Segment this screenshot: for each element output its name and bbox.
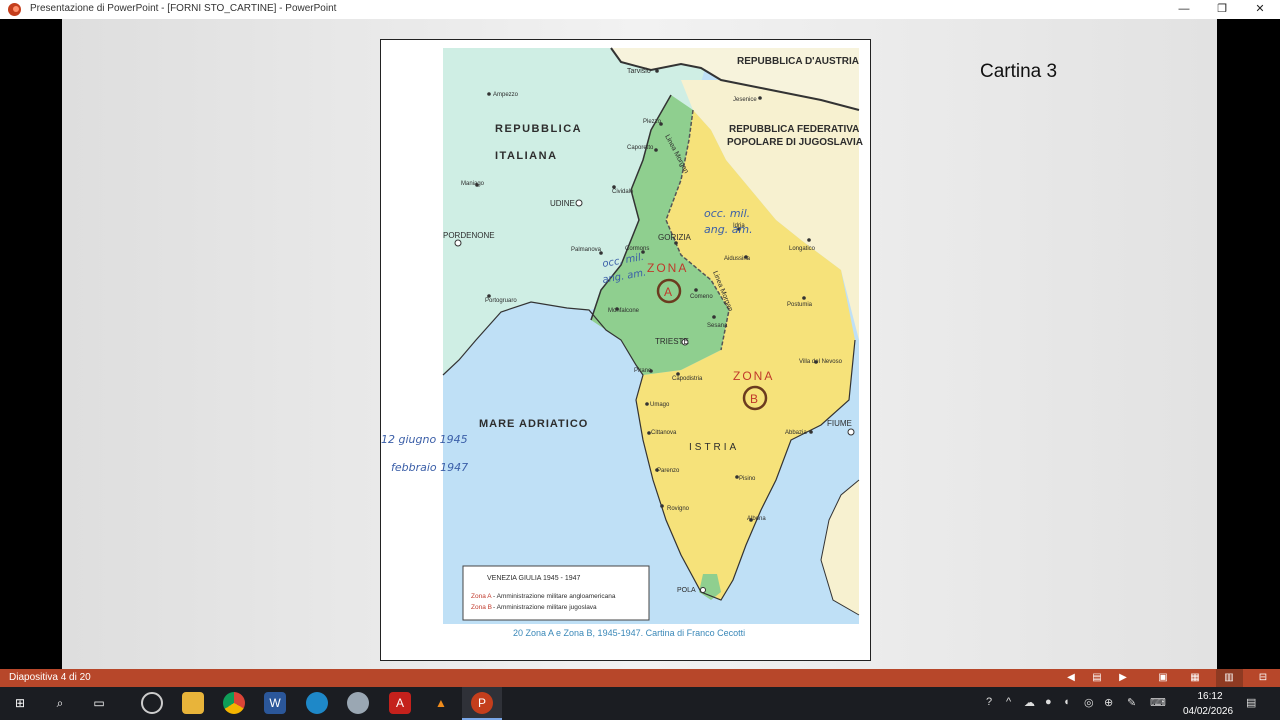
city-trieste: TRIESTE — [655, 337, 689, 346]
legend-title: VENEZIA GIULIA 1945 - 1947 — [487, 575, 580, 582]
city-monfalcone: Monfalcone — [608, 308, 640, 314]
city-pordenone: PORDENONE — [443, 231, 495, 240]
city-caporetto: Caporetto — [627, 145, 654, 151]
city-plezzo: Plezzo — [643, 119, 662, 125]
keyboard-layout-icon[interactable]: ◎ — [1084, 696, 1094, 709]
handwriting-date-2: febbraio 1947 — [391, 461, 468, 474]
search-icon[interactable]: ⌕ — [49, 692, 71, 714]
label-sea: MARE ADRIATICO — [479, 418, 588, 430]
windows-start-icon[interactable]: ⊞ — [9, 692, 31, 714]
label-yugoslavia-1: REPUBBLICA FEDERATIVA — [729, 124, 859, 135]
touch-keyboard-icon[interactable]: ⌨ — [1150, 696, 1166, 709]
legend-zone-b-key: Zona B — [471, 604, 492, 611]
city-pola: POLA — [677, 587, 696, 594]
handwriting-occ-1: occ. mil. — [704, 207, 750, 220]
city-longatico: Longatico — [789, 246, 816, 252]
tray-chevron-icon[interactable]: ^ — [1006, 696, 1011, 708]
status-bar: Diapositiva 4 di 20 ◀ ▤ ▶ ▣ ▦ ▥ ⊟ — [0, 669, 1280, 687]
network-app-icon[interactable] — [347, 692, 369, 714]
powerpoint-window: Presentazione di PowerPoint - [FORNI STO… — [0, 0, 1280, 720]
city-gorizia: GORIZIA — [658, 233, 692, 242]
file-explorer-icon[interactable] — [182, 692, 204, 714]
next-slide-icon[interactable]: ▶ — [1116, 671, 1130, 685]
title-bar: Presentazione di PowerPoint - [FORNI STO… — [0, 0, 1280, 19]
restore-button[interactable]: ❐ — [1204, 0, 1240, 19]
label-zone-a: ZONA — [647, 261, 688, 275]
city-fiume: FIUME — [827, 419, 852, 428]
onedrive-icon[interactable]: ☁ — [1024, 696, 1035, 709]
map-svg: REPUBBLICA D'AUSTRIA REPUBBLICA ITALIANA… — [381, 47, 863, 638]
slide-sorter-icon[interactable]: ▦ — [1188, 671, 1202, 685]
slide-counter: Diapositiva 4 di 20 — [9, 672, 91, 683]
task-view-icon[interactable]: ▭ — [88, 692, 110, 714]
zone-b-letter: B — [750, 392, 758, 406]
label-yugoslavia-2: POPOLARE DI JUGOSLAVIA — [727, 137, 863, 148]
city-villa-del-nevoso: Villa del Nevoso — [799, 359, 843, 365]
windows-taskbar: ⊞ ⌕ ▭ W A ▲ P ? ^ ☁ ● ◖ ◎ ⊕ ✎ ⌨ 16:12 04… — [0, 687, 1280, 720]
city-comeno: Comeno — [690, 294, 713, 300]
previous-slide-icon[interactable]: ◀ — [1064, 671, 1078, 685]
zone-a-letter: A — [664, 285, 672, 299]
handwriting-date-1: 12 giugno 1945 — [381, 433, 468, 446]
volume-icon[interactable]: ◖ — [1063, 696, 1070, 708]
city-albona: Albona — [747, 516, 766, 522]
pen-icon[interactable]: ✎ — [1127, 696, 1136, 709]
map-image: REPUBBLICA D'AUSTRIA REPUBBLICA ITALIANA… — [380, 39, 871, 661]
legend-zone-b-text: - Amministrazione militare jugoslava — [493, 604, 597, 611]
slideshow-icon[interactable]: ⊟ — [1256, 671, 1270, 685]
legend-zone-a-text: - Amministrazione militare angloamerican… — [493, 593, 616, 600]
clock-date[interactable]: 04/02/2026 — [1178, 706, 1238, 717]
legend-zone-a-key: Zona A — [471, 593, 492, 600]
city-udine: UDINE — [550, 199, 575, 208]
city-umago: Umago — [650, 402, 670, 408]
city-parenzo: Parenzo — [657, 468, 680, 474]
city-pirano: Pirano — [634, 368, 652, 374]
acrobat-icon[interactable]: A — [389, 692, 411, 714]
label-zone-b: ZONA — [733, 369, 774, 383]
city-tarvisio: Tarvisio — [627, 68, 651, 75]
city-postumia: Postumia — [787, 302, 813, 308]
city-portogruaro: Portogruaro — [485, 298, 517, 304]
notifications-icon[interactable]: ▤ — [1246, 696, 1256, 709]
powerpoint-app-icon — [8, 3, 21, 16]
label-istria: ISTRIA — [689, 442, 739, 453]
label-italy-1: REPUBBLICA — [495, 123, 582, 135]
city-aidussina: Aidussina — [724, 256, 751, 262]
window-title: Presentazione di PowerPoint - [FORNI STO… — [30, 3, 337, 14]
label-italy-2: ITALIANA — [495, 150, 558, 162]
city-maniago: Maniago — [461, 181, 485, 187]
chrome-icon[interactable] — [223, 692, 245, 714]
normal-view-icon[interactable]: ▣ — [1156, 671, 1170, 685]
city-pisino: Pisino — [739, 476, 756, 482]
city-capodistria: Capodistria — [672, 376, 703, 382]
screen-recorder-icon[interactable] — [141, 692, 163, 714]
handwriting-occ-2: ang. am. — [704, 223, 753, 236]
city-ampezzo: Ampezzo — [493, 92, 519, 98]
city-palmanova: Palmanova — [571, 247, 602, 253]
slide-menu-icon[interactable]: ▤ — [1090, 671, 1104, 685]
city-sesana: Sesana — [707, 323, 728, 329]
minimize-button[interactable]: — — [1166, 0, 1202, 19]
word-icon[interactable]: W — [264, 692, 286, 714]
reading-view-icon[interactable]: ▥ — [1222, 671, 1236, 685]
city-rovigno: Rovigno — [667, 506, 690, 512]
help-icon[interactable]: ? — [986, 696, 992, 708]
slideshow-stage: Cartina 3 REPUBBLICA D'AUSTRIA REPUBBLIC… — [0, 19, 1280, 669]
label-austria: REPUBBLICA D'AUSTRIA — [737, 56, 859, 67]
network-icon[interactable]: ⊕ — [1104, 696, 1113, 709]
city-abbazia: Abbazia — [785, 430, 807, 436]
map-caption: 20 Zona A e Zona B, 1945-1947. Cartina d… — [513, 628, 745, 638]
close-button[interactable]: ✕ — [1242, 0, 1278, 19]
edge-icon[interactable] — [306, 692, 328, 714]
city-jesenice: Jesenice — [733, 97, 757, 103]
vlc-icon[interactable]: ▲ — [430, 692, 452, 714]
clock-time[interactable]: 16:12 — [1190, 691, 1230, 702]
city-cittanova: Cittanova — [651, 430, 677, 436]
slide-heading: Cartina 3 — [980, 61, 1058, 82]
powerpoint-icon[interactable]: P — [471, 692, 493, 714]
city-cormons: Cormons — [625, 246, 649, 252]
city-cividale: Cividale — [612, 189, 634, 195]
microphone-icon[interactable]: ● — [1045, 696, 1052, 708]
